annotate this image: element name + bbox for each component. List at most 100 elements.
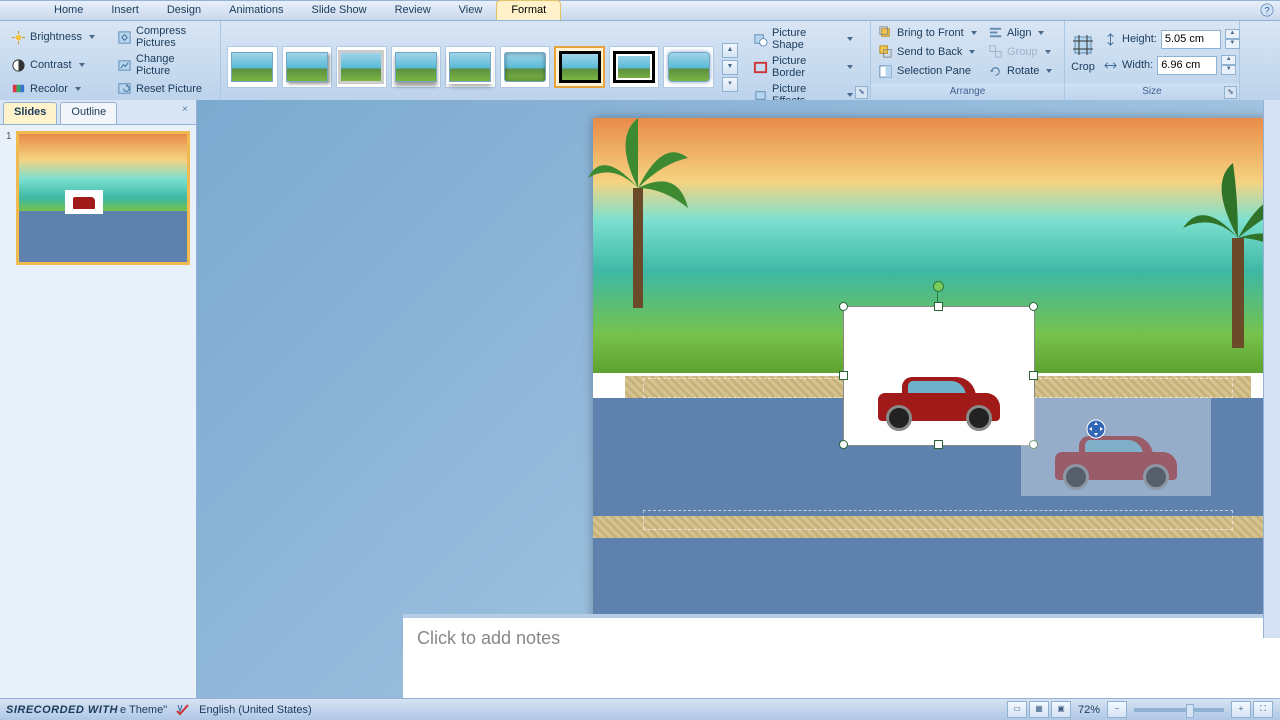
style-thumb-1[interactable] — [227, 46, 278, 88]
picture-border-icon — [753, 60, 768, 75]
height-label: Height: — [1122, 33, 1157, 45]
height-input[interactable] — [1161, 30, 1221, 49]
help-icon[interactable]: ? — [1260, 3, 1274, 17]
zoom-out-button[interactable]: − — [1107, 701, 1127, 718]
zoom-value[interactable]: 72% — [1078, 704, 1100, 716]
group-title-arrange: Arrange — [871, 83, 1064, 101]
height-down[interactable]: ▼ — [1225, 39, 1240, 49]
zoom-in-button[interactable]: + — [1231, 701, 1251, 718]
view-normal-button[interactable]: ▭ — [1007, 701, 1027, 718]
width-row: Width: ▲▼ — [1103, 55, 1240, 75]
contrast-icon — [11, 58, 26, 73]
notes-pane[interactable]: Click to add notes — [403, 614, 1280, 698]
width-down[interactable]: ▼ — [1221, 65, 1236, 75]
gallery-more-button[interactable]: ▾ — [722, 77, 738, 92]
menu-animations[interactable]: Animations — [215, 1, 297, 20]
crop-icon — [1069, 31, 1097, 59]
width-up[interactable]: ▲ — [1221, 55, 1236, 65]
menu-view[interactable]: View — [445, 1, 497, 20]
spellcheck-icon[interactable] — [175, 703, 191, 717]
compress-button[interactable]: Compress Pictures — [112, 23, 214, 51]
zoom-slider[interactable] — [1134, 708, 1224, 712]
brightness-icon — [11, 30, 26, 45]
tab-outline[interactable]: Outline — [60, 102, 117, 124]
menu-insert[interactable]: Insert — [97, 1, 153, 20]
menu-format[interactable]: Format — [496, 0, 561, 20]
group-picture-styles: ▲ ▼ ▾ Picture Shape Picture Border Pictu… — [221, 21, 871, 101]
subtitle-placeholder[interactable] — [643, 510, 1233, 530]
reset-picture-button[interactable]: Reset Picture — [112, 79, 214, 98]
slide-editor[interactable]: Click to add notes — [197, 100, 1280, 698]
style-thumb-6[interactable] — [500, 46, 551, 88]
group-arrange: Bring to Front Align Send to Back Group … — [871, 21, 1065, 101]
style-thumb-5[interactable] — [445, 46, 496, 88]
drag-preview — [1021, 398, 1211, 496]
style-thumb-8[interactable] — [609, 46, 660, 88]
menu-design[interactable]: Design — [153, 1, 215, 20]
menu-slideshow[interactable]: Slide Show — [298, 1, 381, 20]
reset-icon — [117, 81, 132, 96]
selected-picture[interactable] — [843, 306, 1035, 446]
slide-thumbnail-1[interactable] — [16, 131, 190, 265]
handle-mr[interactable] — [1029, 371, 1038, 380]
crop-button[interactable]: Crop — [1069, 31, 1097, 73]
ribbon: Brightness Compress Pictures Contrast Ch… — [0, 21, 1280, 102]
style-thumb-4[interactable] — [391, 46, 442, 88]
picture-shape-button[interactable]: Picture Shape — [748, 25, 858, 53]
send-back-icon — [878, 44, 893, 59]
width-icon — [1103, 58, 1118, 73]
view-sorter-button[interactable]: ▦ — [1029, 701, 1049, 718]
view-show-button[interactable]: ▣ — [1051, 701, 1071, 718]
change-picture-button[interactable]: Change Picture — [112, 51, 214, 79]
slide-number: 1 — [6, 131, 12, 265]
move-cursor-icon — [1086, 419, 1106, 439]
car-ghost — [1051, 420, 1181, 490]
handle-tr[interactable] — [1029, 302, 1038, 311]
handle-bm[interactable] — [934, 440, 943, 449]
handle-tl[interactable] — [839, 302, 848, 311]
slides-panel: Slides Outline × 1 — [0, 100, 197, 698]
workspace: Slides Outline × 1 — [0, 100, 1280, 698]
brightness-button[interactable]: Brightness — [6, 23, 108, 51]
contrast-button[interactable]: Contrast — [6, 51, 108, 79]
panel-close-button[interactable]: × — [178, 104, 192, 118]
style-thumb-9[interactable] — [663, 46, 714, 88]
theme-label: e Theme" — [120, 704, 167, 716]
gallery-up-button[interactable]: ▲ — [722, 43, 738, 58]
handle-ml[interactable] — [839, 371, 848, 380]
align-button[interactable]: Align — [985, 23, 1055, 42]
gallery-down-button[interactable]: ▼ — [722, 60, 738, 75]
group-title-size: Size — [1065, 83, 1239, 101]
handle-tm[interactable] — [934, 302, 943, 311]
rotate-button[interactable]: Rotate — [985, 62, 1055, 81]
palm-left-icon — [583, 108, 693, 308]
height-up[interactable]: ▲ — [1225, 29, 1240, 39]
menu-review[interactable]: Review — [381, 1, 445, 20]
bring-to-front-button[interactable]: Bring to Front — [875, 23, 981, 42]
fit-window-button[interactable]: ⛶ — [1253, 701, 1273, 718]
language-label[interactable]: English (United States) — [199, 704, 312, 716]
rotate-handle[interactable] — [933, 281, 944, 292]
slide-canvas[interactable] — [593, 118, 1280, 636]
selection-pane-icon — [878, 64, 893, 79]
style-thumb-7-selected[interactable] — [554, 46, 605, 88]
group-icon — [988, 44, 1003, 59]
status-bar: SIRECORDED WITH e Theme" English (United… — [0, 698, 1280, 720]
picture-border-button[interactable]: Picture Border — [748, 53, 858, 81]
styles-launcher[interactable]: ⬊ — [855, 86, 868, 99]
height-icon — [1103, 32, 1118, 47]
group-button[interactable]: Group — [985, 42, 1055, 61]
selection-pane-button[interactable]: Selection Pane — [875, 62, 981, 81]
send-to-back-button[interactable]: Send to Back — [875, 42, 981, 61]
handle-bl[interactable] — [839, 440, 848, 449]
menu-home[interactable]: Home — [40, 1, 97, 20]
tab-slides[interactable]: Slides — [3, 102, 57, 124]
recolor-icon — [11, 81, 26, 96]
size-launcher[interactable]: ⬊ — [1224, 86, 1237, 99]
style-thumb-2[interactable] — [282, 46, 333, 88]
style-thumb-3[interactable] — [336, 46, 387, 88]
vscrollbar[interactable] — [1263, 100, 1280, 638]
recolor-button[interactable]: Recolor — [6, 79, 108, 98]
width-input[interactable] — [1157, 56, 1217, 75]
svg-text:?: ? — [1264, 6, 1269, 17]
